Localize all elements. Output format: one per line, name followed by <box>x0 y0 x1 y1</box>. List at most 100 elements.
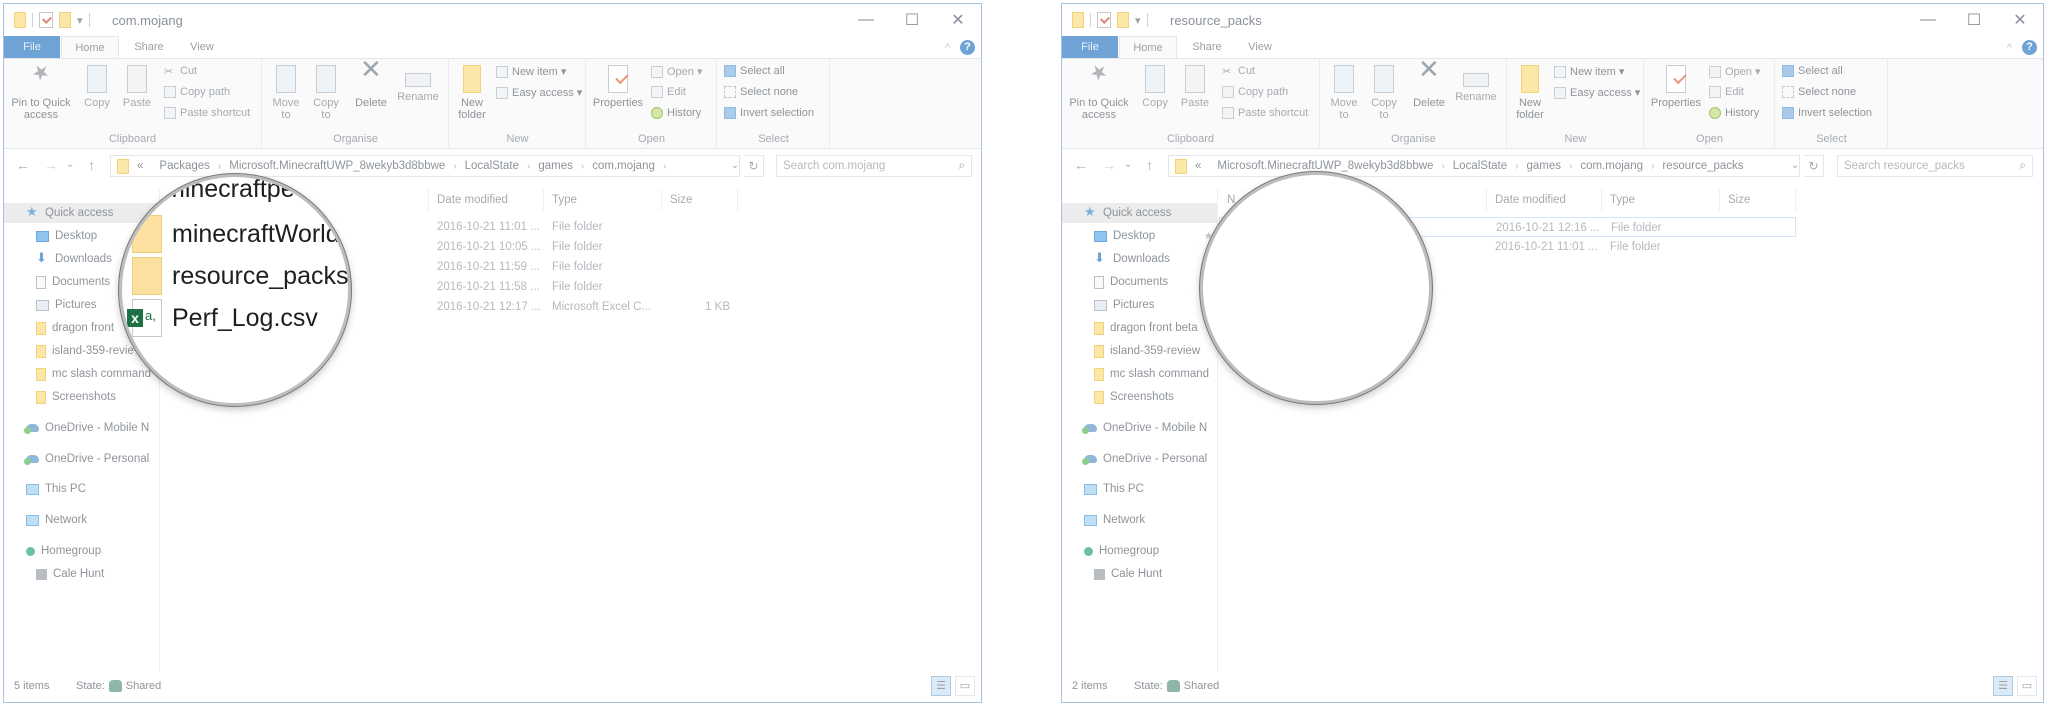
tab-file[interactable]: File <box>1062 36 1118 58</box>
copy-path-button[interactable]: Copy path <box>164 86 230 98</box>
maximize-button[interactable]: ☐ <box>889 4 935 36</box>
history-button[interactable]: History <box>1709 107 1759 119</box>
invert-selection-button[interactable]: Invert selection <box>1782 107 1872 119</box>
tab-home[interactable]: Home <box>61 36 119 58</box>
select-all-button[interactable]: Select all <box>1782 65 1843 77</box>
tab-view[interactable]: View <box>1237 36 1283 58</box>
search-input[interactable]: Search resource_packs ⌕ <box>1837 155 2033 177</box>
edit-button[interactable]: Edit <box>1709 86 1744 98</box>
chevron-right-icon[interactable]: › <box>1569 161 1572 172</box>
sidebar-item[interactable]: This PC <box>1062 479 1217 499</box>
breadcrumb-item[interactable]: com.mojang <box>592 160 655 172</box>
new-folder-icon[interactable] <box>1117 12 1129 28</box>
up-button[interactable]: ↑ <box>88 157 95 173</box>
breadcrumb-item[interactable]: LocalState <box>465 160 519 172</box>
sidebar-item[interactable]: OneDrive - Personal <box>1062 449 1217 469</box>
select-none-button[interactable]: Select none <box>724 86 798 98</box>
sidebar-item[interactable]: Screenshots <box>1062 387 1217 407</box>
sidebar-item[interactable]: island-359-review <box>1062 341 1217 361</box>
sidebar-item[interactable]: Cale Hunt <box>4 564 159 584</box>
up-button[interactable]: ↑ <box>1146 157 1153 173</box>
column-header-type[interactable]: Type <box>544 189 662 211</box>
new-folder-button[interactable]: New folder <box>1512 65 1548 121</box>
customize-toolbar-icon[interactable]: ▾ <box>77 14 83 27</box>
properties-icon[interactable] <box>1097 12 1111 28</box>
sidebar-item[interactable]: Homegroup <box>4 541 159 561</box>
chevron-right-icon[interactable]: › <box>453 161 456 172</box>
open-button[interactable]: Open ▾ <box>651 65 703 78</box>
chevron-right-icon[interactable]: › <box>527 161 530 172</box>
sidebar-item[interactable]: Downloads★ <box>1062 249 1217 269</box>
column-header-size[interactable]: Size <box>662 189 738 211</box>
close-button[interactable]: ✕ <box>1997 4 2043 36</box>
chevron-right-icon[interactable]: › <box>581 161 584 172</box>
breadcrumb-overflow[interactable]: « <box>137 160 143 172</box>
close-button[interactable]: ✕ <box>935 4 981 36</box>
breadcrumb-item[interactable]: Microsoft.MinecraftUWP_8wekyb3d8bbwe <box>229 160 445 172</box>
pin-to-quick-access-button[interactable]: Pin to Quick access <box>1068 65 1130 121</box>
paste-button[interactable]: Paste <box>1178 65 1212 109</box>
paste-shortcut-button[interactable]: Paste shortcut <box>164 107 250 119</box>
new-folder-icon[interactable] <box>59 12 71 28</box>
sidebar-item[interactable]: Network <box>4 510 159 530</box>
paste-button[interactable]: Paste <box>120 65 154 109</box>
history-button[interactable]: History <box>651 107 701 119</box>
forward-button[interactable]: → <box>44 157 58 173</box>
copy-path-button[interactable]: Copy path <box>1222 86 1288 98</box>
properties-button[interactable]: Properties <box>1649 65 1703 109</box>
recent-locations-button[interactable]: ⌄ <box>66 159 74 170</box>
chevron-right-icon[interactable]: › <box>218 161 221 172</box>
breadcrumb-item[interactable]: games <box>538 160 573 172</box>
help-icon[interactable]: ? <box>960 40 975 55</box>
chevron-right-icon[interactable]: › <box>1515 161 1518 172</box>
easy-access-button[interactable]: Easy access ▾ <box>1554 86 1640 99</box>
breadcrumb-overflow[interactable]: « <box>1195 160 1201 172</box>
column-header-type[interactable]: Type <box>1602 189 1720 211</box>
sidebar-item[interactable]: mc slash command <box>1062 364 1217 384</box>
search-input[interactable]: Search com.mojang ⌕ <box>776 155 972 177</box>
select-all-button[interactable]: Select all <box>724 65 785 77</box>
sidebar-item[interactable]: Network <box>1062 510 1217 530</box>
paste-shortcut-button[interactable]: Paste shortcut <box>1222 107 1308 119</box>
move-to-button[interactable]: Move to <box>269 65 303 121</box>
rename-button[interactable]: Rename <box>395 65 441 103</box>
sidebar-item[interactable]: OneDrive - Personal <box>4 449 159 469</box>
easy-access-button[interactable]: Easy access ▾ <box>496 86 582 99</box>
back-button[interactable]: ← <box>16 157 30 173</box>
collapse-ribbon-icon[interactable]: ^ <box>2007 42 2012 54</box>
tab-home[interactable]: Home <box>1119 36 1177 58</box>
sidebar-item[interactable]: Documents★ <box>1062 272 1217 292</box>
details-view-button[interactable]: ☰ <box>931 676 951 696</box>
sidebar-item[interactable]: Screenshots <box>4 387 159 407</box>
new-folder-button[interactable]: New folder <box>454 65 490 121</box>
recent-locations-button[interactable]: ⌄ <box>1124 159 1132 170</box>
breadcrumb-item[interactable]: LocalState <box>1453 160 1507 172</box>
details-view-button[interactable]: ☰ <box>1993 676 2013 696</box>
edit-button[interactable]: Edit <box>651 86 686 98</box>
sidebar-item[interactable]: OneDrive - Mobile N <box>4 418 159 438</box>
address-bar[interactable]: « Packages › Microsoft.MinecraftUWP_8weky… <box>110 155 740 177</box>
sidebar-item[interactable]: Cale Hunt <box>1062 564 1217 584</box>
copy-to-button[interactable]: Copy to <box>1367 65 1401 121</box>
properties-button[interactable]: Properties <box>591 65 645 109</box>
sidebar-item[interactable]: Pictures★ <box>1062 295 1217 315</box>
breadcrumb-item[interactable]: Microsoft.MinecraftUWP_8wekyb3d8bbwe <box>1217 160 1433 172</box>
select-none-button[interactable]: Select none <box>1782 86 1856 98</box>
large-icons-view-button[interactable]: ▭ <box>955 676 975 696</box>
minimize-button[interactable]: — <box>843 4 889 36</box>
new-item-button[interactable]: New item ▾ <box>496 65 566 78</box>
delete-button[interactable]: Delete <box>1409 63 1449 109</box>
address-dropdown-button[interactable]: ⌄ <box>1786 155 1804 177</box>
breadcrumb-item[interactable]: resource_packs <box>1662 160 1743 172</box>
column-header-date[interactable]: Date modified <box>429 189 544 211</box>
delete-button[interactable]: Delete <box>351 63 391 109</box>
tab-share[interactable]: Share <box>1180 36 1234 58</box>
sidebar-item[interactable]: Desktop★ <box>1062 226 1217 246</box>
tab-view[interactable]: View <box>179 36 225 58</box>
new-item-button[interactable]: New item ▾ <box>1554 65 1624 78</box>
pin-to-quick-access-button[interactable]: Pin to Quick access <box>10 65 72 121</box>
copy-button[interactable]: Copy <box>1138 65 1172 109</box>
help-icon[interactable]: ? <box>2022 40 2037 55</box>
copy-to-button[interactable]: Copy to <box>309 65 343 121</box>
sidebar-item[interactable]: Quick access <box>1062 203 1217 223</box>
